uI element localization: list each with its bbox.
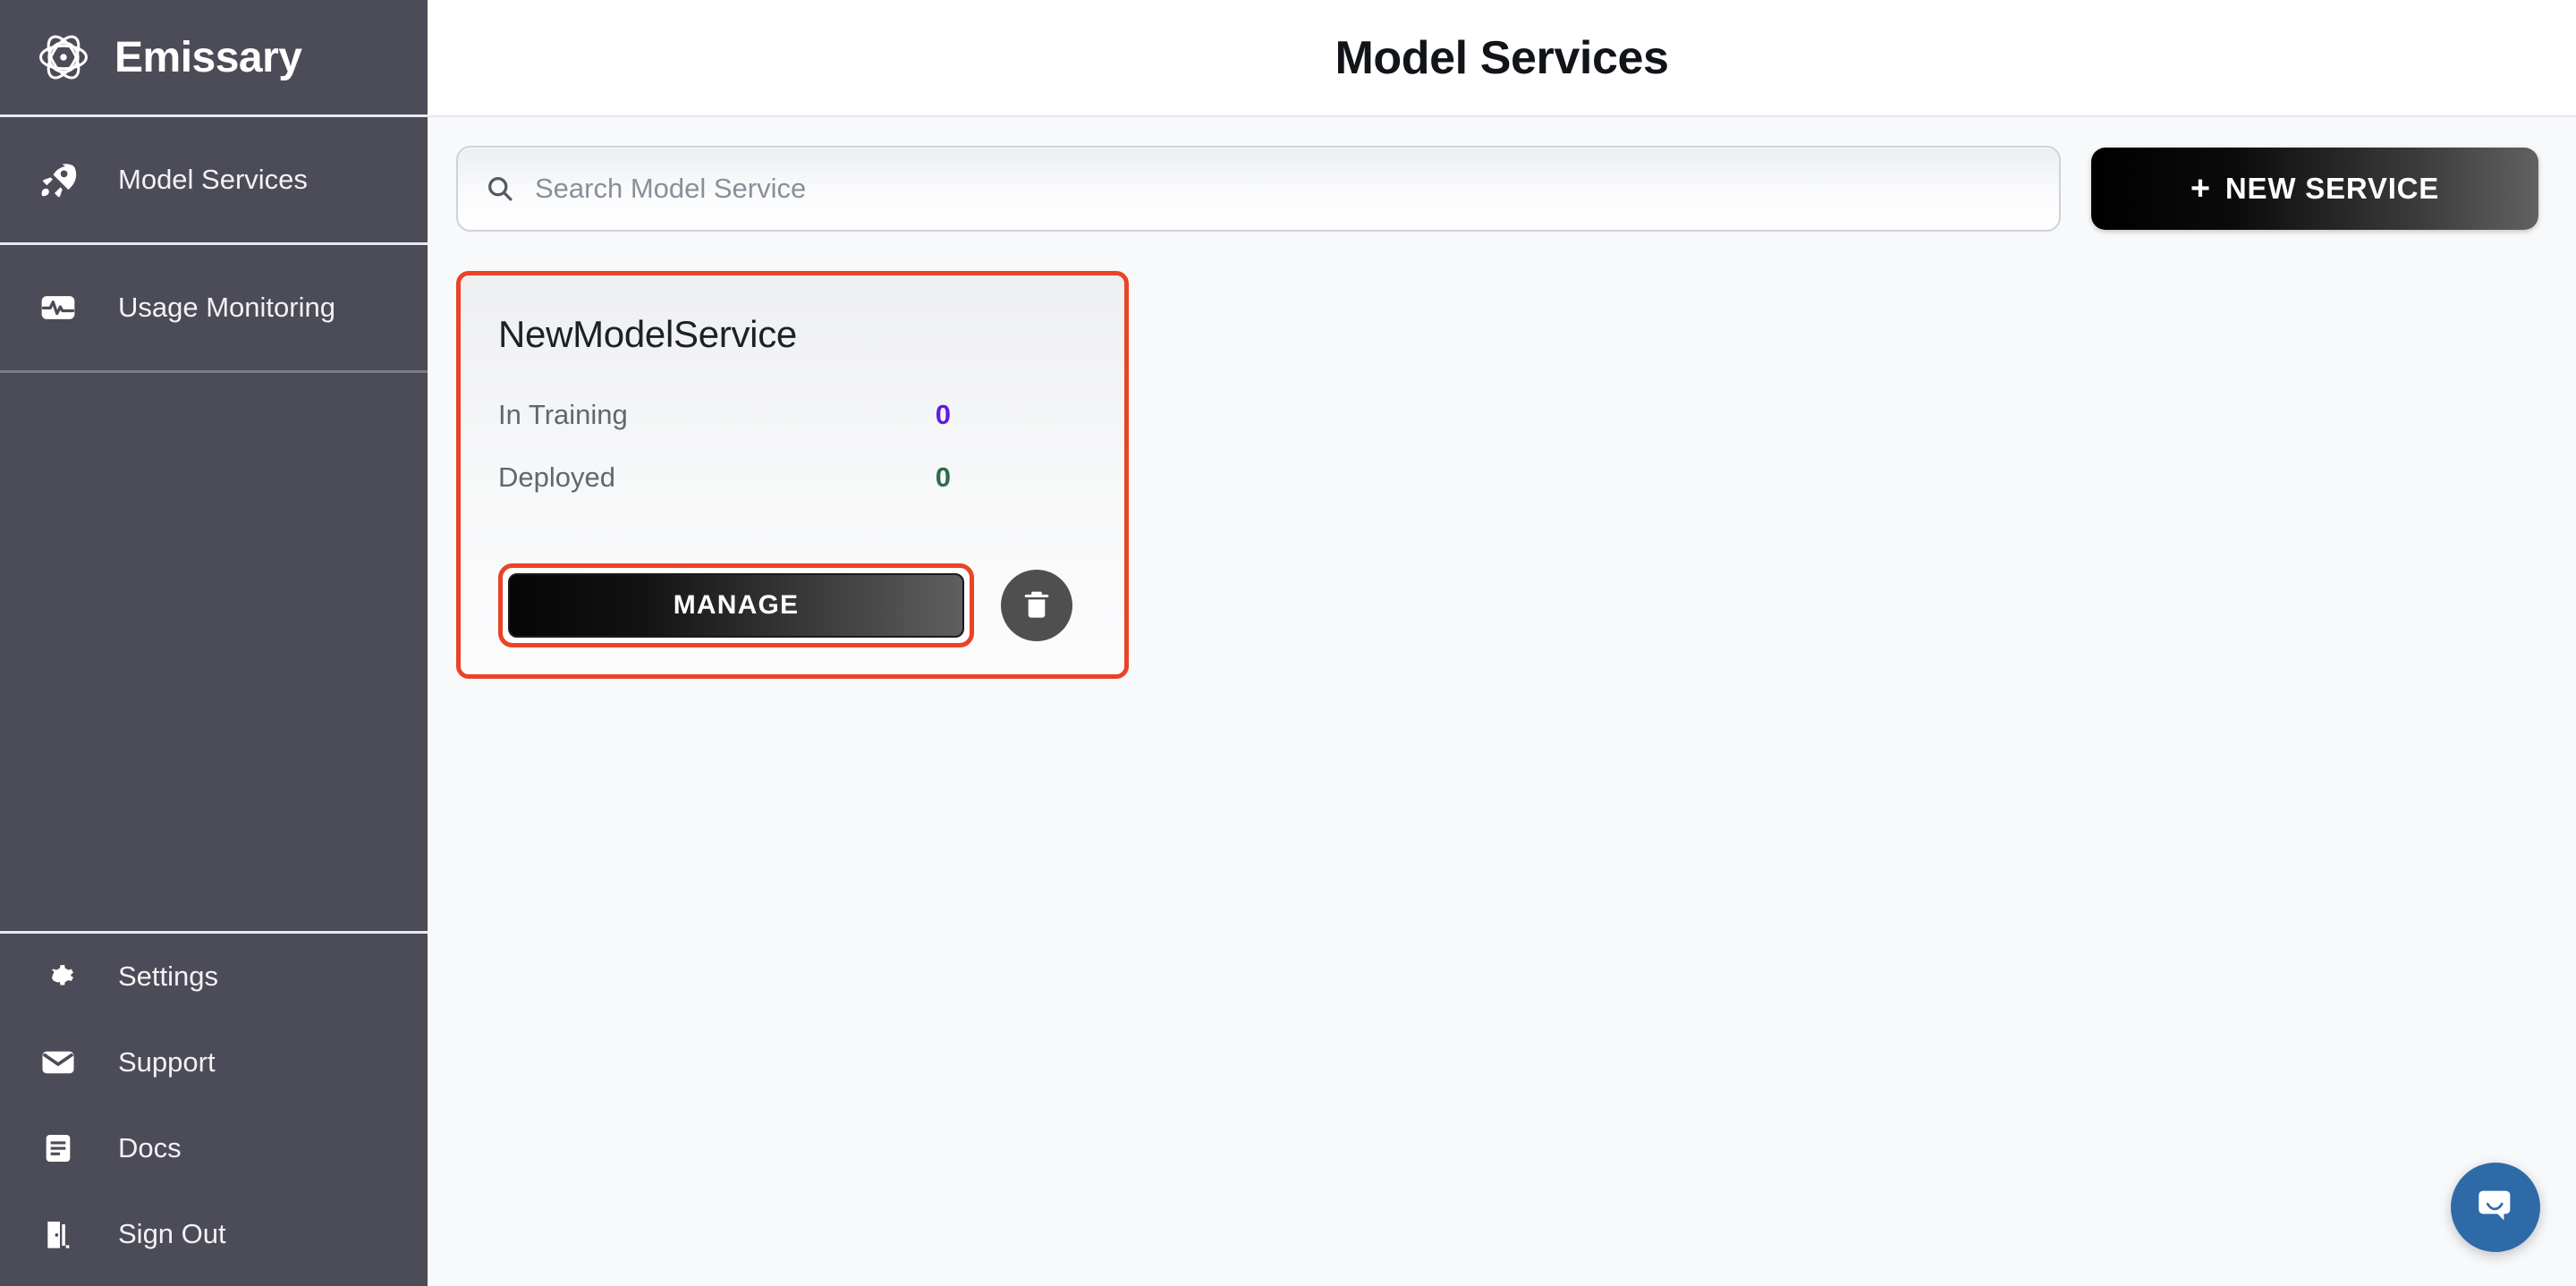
brand-name: Emissary (114, 33, 302, 81)
exit-door-icon (32, 1216, 84, 1252)
main-content: Model Services + NEW SERVICE NewModelSe (428, 0, 2576, 1286)
stat-row-deployed: Deployed 0 (498, 461, 1087, 524)
atom-orbit-icon (30, 24, 97, 90)
envelope-icon (32, 1044, 84, 1081)
sidebar-primary-nav: Model Services Usage Monitoring (0, 117, 428, 373)
stat-label: Deployed (498, 461, 615, 493)
sidebar: Emissary Model Services Usage Monitoring… (0, 0, 428, 1286)
document-lines-icon (32, 1130, 84, 1166)
sidebar-item-usage-monitoring[interactable]: Usage Monitoring (0, 245, 428, 370)
sidebar-item-settings[interactable]: Settings (0, 934, 428, 1019)
chat-bubble-smile-icon (2470, 1180, 2521, 1235)
app-root: Emissary Model Services Usage Monitoring… (0, 0, 2576, 1286)
sidebar-item-sign-out[interactable]: Sign Out (0, 1191, 428, 1277)
sidebar-item-label: Settings (118, 960, 219, 992)
service-card-list: NewModelService In Training 0 Deployed 0… (428, 260, 2576, 1286)
sidebar-item-model-services[interactable]: Model Services (0, 117, 428, 242)
card-actions: MANAGE (498, 563, 1087, 647)
sidebar-secondary-nav: Settings Support Docs Sign Out (0, 934, 428, 1286)
gear-icon (32, 959, 84, 994)
service-stats: In Training 0 Deployed 0 (498, 399, 1087, 524)
brand: Emissary (0, 0, 428, 117)
sidebar-item-label: Model Services (118, 164, 308, 195)
chat-launcher-button[interactable] (2451, 1163, 2540, 1252)
manage-button-highlight: MANAGE (498, 563, 974, 647)
stat-row-in-training: In Training 0 (498, 399, 1087, 461)
plus-icon: + (2190, 170, 2211, 207)
search-box[interactable] (456, 146, 2061, 232)
stat-label: In Training (498, 399, 628, 430)
search-icon (485, 173, 515, 204)
sidebar-item-label: Usage Monitoring (118, 292, 335, 323)
sidebar-item-docs[interactable]: Docs (0, 1105, 428, 1191)
new-service-button[interactable]: + NEW SERVICE (2091, 148, 2538, 230)
sidebar-item-label: Docs (118, 1132, 182, 1163)
search-input[interactable] (535, 173, 2032, 205)
stat-value: 0 (935, 461, 951, 493)
service-card[interactable]: NewModelService In Training 0 Deployed 0… (456, 271, 1129, 679)
new-service-label: NEW SERVICE (2224, 172, 2440, 205)
service-name: NewModelService (498, 313, 797, 355)
activity-monitor-icon (32, 288, 84, 327)
page-title: Model Services (1335, 31, 1669, 84)
delete-service-button[interactable] (1001, 570, 1072, 641)
page-header: Model Services (428, 0, 2576, 117)
rocket-icon (32, 160, 84, 199)
sidebar-item-label: Support (118, 1046, 216, 1078)
sidebar-item-support[interactable]: Support (0, 1019, 428, 1105)
toolbar: + NEW SERVICE (428, 117, 2576, 260)
manage-button[interactable]: MANAGE (508, 573, 964, 638)
stat-value: 0 (935, 399, 951, 430)
sidebar-item-label: Sign Out (118, 1218, 226, 1249)
trash-icon (1019, 587, 1055, 625)
